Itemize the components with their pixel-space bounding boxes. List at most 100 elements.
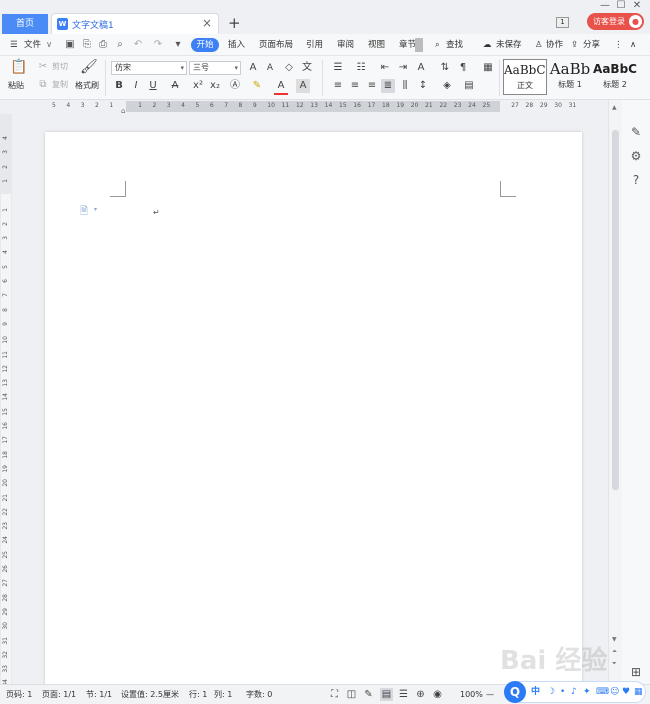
ime-logo-icon[interactable]: Q: [504, 681, 526, 703]
tab-home[interactable]: 首页: [2, 14, 48, 34]
increase-indent-icon[interactable]: ⇥: [396, 61, 410, 75]
chevron-down-icon[interactable]: ∨: [46, 34, 52, 56]
table-icon[interactable]: ▦: [481, 61, 495, 75]
emoji-icon[interactable]: ☺: [610, 686, 619, 699]
next-page-icon[interactable]: ⏷: [612, 660, 617, 668]
search-label[interactable]: 查找: [446, 34, 463, 56]
cloud-icon[interactable]: ☁: [483, 34, 492, 56]
shrink-font-icon[interactable]: A: [263, 61, 277, 75]
copy-button[interactable]: 复制: [52, 79, 68, 91]
superscript-icon[interactable]: x²: [191, 79, 205, 93]
tool-icon[interactable]: ✦: [583, 686, 591, 699]
edit-mode-icon[interactable]: ✎: [362, 688, 375, 701]
read-mode-icon[interactable]: ◫: [345, 688, 358, 701]
highlight-icon[interactable]: ✎: [250, 79, 264, 93]
show-marks-icon[interactable]: ¶: [456, 61, 470, 75]
style-heading-1[interactable]: AaBb 标题 1: [548, 59, 592, 95]
shading-icon[interactable]: ◈: [440, 79, 454, 93]
tab-review[interactable]: 审阅: [337, 34, 354, 56]
edit-pen-icon[interactable]: ✎: [628, 124, 644, 140]
distributed-icon[interactable]: ⫼: [398, 79, 412, 93]
indent-marker-icon[interactable]: ⌂: [121, 107, 125, 115]
subscript-icon[interactable]: x₂: [208, 79, 222, 93]
outline-view-icon[interactable]: ☰: [397, 688, 410, 701]
vertical-scrollbar[interactable]: ▲ ▼ ⏶ ⏷: [608, 100, 622, 684]
tab-page-layout[interactable]: 页面布局: [259, 34, 293, 56]
help-icon[interactable]: ?: [628, 172, 644, 188]
phonetic-icon[interactable]: 文: [300, 61, 314, 75]
align-right-icon[interactable]: ≡: [365, 79, 379, 93]
underline-button[interactable]: U: [146, 79, 160, 93]
scroll-thumb[interactable]: [612, 130, 619, 490]
menu-file[interactable]: 文件: [24, 34, 41, 56]
collapse-ribbon-icon[interactable]: ∧: [630, 34, 636, 56]
grow-font-icon[interactable]: A: [246, 61, 260, 75]
style-heading-2[interactable]: AaBbC 标题 2: [592, 59, 638, 95]
skin-icon[interactable]: ♥: [622, 686, 630, 699]
style-normal[interactable]: AaBbCcI 正文: [503, 59, 547, 95]
justify-icon[interactable]: ≣: [381, 79, 395, 93]
paste-icon[interactable]: 📋: [10, 60, 27, 74]
more-chevron-icon[interactable]: ▾: [172, 39, 184, 51]
unsaved-label[interactable]: 未保存: [496, 34, 522, 56]
hamburger-icon[interactable]: ☰: [10, 34, 18, 56]
italic-button[interactable]: I: [129, 79, 143, 93]
font-color-icon[interactable]: A: [274, 79, 288, 95]
cut-icon[interactable]: ✂: [36, 60, 50, 74]
zoom-level[interactable]: 100%: [460, 685, 483, 704]
menu-grid-icon[interactable]: ▦: [634, 686, 643, 699]
minimize-icon[interactable]: —: [598, 0, 612, 12]
prev-page-icon[interactable]: ⏶: [612, 648, 617, 656]
close-tab-icon[interactable]: ×: [202, 16, 212, 30]
align-center-icon[interactable]: ≡: [348, 79, 362, 93]
text-direction-icon[interactable]: A: [414, 61, 428, 75]
font-size-select[interactable]: 三号 ▾: [189, 61, 241, 75]
horizontal-ruler[interactable]: 5 4 3 2 1 1 2 3 4 5 6 7 8 9 10 11 12 13 14 15 16 17 18 19 20 21 22…: [0, 100, 608, 115]
copy-icon[interactable]: ⧉: [36, 78, 50, 92]
line-spacing-icon[interactable]: ↕: [416, 79, 430, 93]
undo-icon[interactable]: ↶: [132, 39, 144, 51]
new-tab-button[interactable]: +: [228, 13, 241, 33]
tab-chapter[interactable]: 章节: [399, 34, 415, 56]
export-icon[interactable]: ⎘: [81, 39, 93, 51]
print-icon[interactable]: ⎙: [97, 39, 109, 51]
vertical-ruler[interactable]: 4 3 2 1 1 2 3 4 5 6 7 8 9 10 11 12 13 14 15 16 17 18 19 20 21 22 2…: [0, 114, 12, 701]
status-words[interactable]: 字数: 0: [246, 685, 272, 704]
tab-document[interactable]: W 文字文稿1 ×: [51, 13, 219, 34]
align-left-icon[interactable]: ≡: [331, 79, 345, 93]
window-count-badge[interactable]: 1: [556, 17, 569, 28]
format-painter-button[interactable]: 格式刷: [75, 80, 99, 92]
status-page-code[interactable]: 页码: 1: [6, 685, 32, 704]
web-view-icon[interactable]: ⊕: [414, 688, 427, 701]
share-icon[interactable]: ⇪: [571, 34, 578, 56]
clear-format-icon[interactable]: ◇: [282, 61, 296, 75]
redo-icon[interactable]: ↷: [152, 39, 164, 51]
mic-icon[interactable]: ♪: [571, 686, 577, 699]
maximize-icon[interactable]: ☐: [614, 0, 628, 12]
status-setting[interactable]: 设置值: 2.5厘米: [121, 685, 179, 704]
bullet-list-icon[interactable]: ☰: [331, 61, 345, 75]
cut-button[interactable]: 剪切: [52, 61, 68, 73]
collab-label[interactable]: 协作: [546, 34, 563, 56]
search-icon[interactable]: ⌕: [435, 34, 440, 56]
tab-view[interactable]: 视图: [368, 34, 385, 56]
ime-toolbar[interactable]: Q 中 ☽ • ♪ ✦ ⌨ ☺ ♥ ▦: [504, 681, 646, 703]
keyboard-icon[interactable]: ⌨: [596, 686, 609, 699]
eye-protection-icon[interactable]: ◉: [431, 688, 444, 701]
more-options-icon[interactable]: ⋮: [614, 34, 623, 56]
zoom-out-button[interactable]: —: [486, 685, 494, 704]
share-label[interactable]: 分享: [583, 34, 600, 56]
visitor-login-button[interactable]: 访客登录 ●: [587, 13, 644, 30]
paragraph-handle-icon[interactable]: 🗎: [80, 204, 88, 221]
decrease-indent-icon[interactable]: ⇤: [378, 61, 392, 75]
font-name-select[interactable]: 仿宋 ▾: [111, 61, 187, 75]
document-page[interactable]: 🗎 ▾ ↵: [45, 132, 582, 692]
save-icon[interactable]: ▣: [64, 39, 76, 51]
sort-icon[interactable]: ⇅: [438, 61, 452, 75]
punctuation-icon[interactable]: •: [560, 686, 565, 699]
moon-icon[interactable]: ☽: [547, 686, 555, 699]
format-painter-icon[interactable]: 🖌: [80, 60, 98, 74]
status-section[interactable]: 节: 1/1: [86, 685, 112, 704]
char-shading-icon[interactable]: A: [296, 79, 310, 93]
numbered-list-icon[interactable]: ☷: [354, 61, 368, 75]
